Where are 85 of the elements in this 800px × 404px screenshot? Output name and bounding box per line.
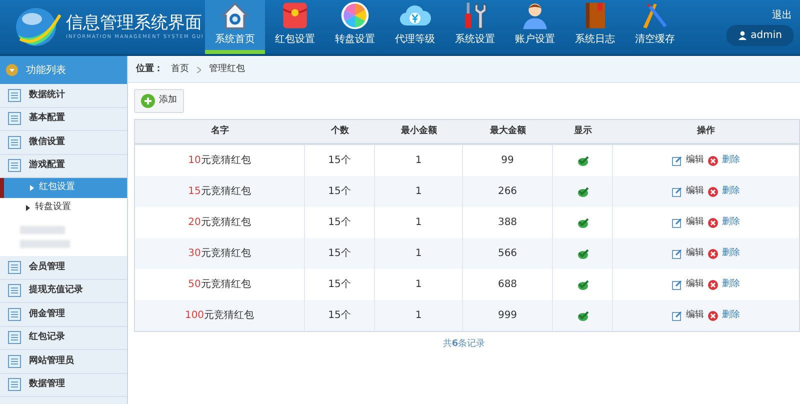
edit-link[interactable]: 编辑	[686, 308, 704, 322]
edit-link[interactable]: 编辑	[686, 184, 704, 198]
delete-link[interactable]: 删除	[722, 216, 740, 230]
sidebar-item[interactable]: 基本配置	[0, 108, 127, 131]
delete-link[interactable]: 删除	[722, 184, 740, 198]
edit-icon	[672, 156, 682, 166]
breadcrumb-link[interactable]: 首页	[171, 62, 189, 76]
column-header: 操作	[696, 124, 716, 138]
nav-tab[interactable]: 红包设置	[265, 0, 325, 54]
nav-tab[interactable]: 代理等级	[385, 0, 445, 54]
list-icon	[8, 159, 21, 172]
caret-icon	[30, 185, 34, 191]
breadcrumb-label: 位置：	[136, 62, 163, 76]
sidebar-item[interactable]: 提现充值记录	[0, 280, 127, 303]
nav-tab[interactable]: 系统首页	[205, 0, 265, 54]
table-cell: 1	[375, 300, 463, 331]
nav-tab[interactable]: 系统日志	[565, 0, 625, 54]
dropdown-icon	[6, 64, 18, 76]
submenu-item[interactable]: 转盘设置	[0, 198, 127, 218]
delete-link[interactable]: 删除	[722, 278, 740, 292]
nav-tab[interactable]: 清空缓存	[625, 0, 685, 54]
delete-icon	[708, 310, 718, 320]
list-icon	[8, 284, 21, 298]
edit-link[interactable]: 编辑	[686, 246, 704, 260]
list-icon	[8, 354, 21, 368]
list-icon	[8, 88, 21, 102]
column-header: 个数	[330, 124, 350, 138]
blurred-block	[20, 226, 65, 234]
prize-name: 10元竞猜红包	[188, 154, 251, 168]
delete-icon	[708, 248, 718, 258]
edit-icon	[672, 280, 682, 290]
plus-icon	[141, 94, 155, 108]
nav-tab[interactable]: 系统设置	[445, 0, 505, 54]
nav-tab[interactable]: 账户设置	[505, 0, 565, 54]
delete-icon	[708, 186, 718, 196]
edit-icon	[672, 310, 682, 320]
sidebar-item[interactable]: 数据管理	[0, 374, 127, 397]
edit-link[interactable]: 编辑	[686, 154, 704, 168]
column-header: 显示	[573, 124, 593, 138]
nav-tab[interactable]: 转盘设置	[325, 0, 385, 54]
sidebar-header: 功能列表	[0, 56, 127, 84]
edit-icon	[672, 186, 682, 196]
list-icon	[8, 308, 21, 321]
column-header: 名字	[210, 124, 230, 138]
user-icon	[738, 31, 747, 40]
delete-link[interactable]: 删除	[722, 308, 740, 322]
prize-name: 15元竞猜红包	[188, 184, 251, 199]
caret-icon	[26, 205, 30, 211]
delete-link[interactable]: 删除	[722, 154, 740, 168]
sidebar-item[interactable]: 微信设置	[0, 131, 127, 154]
prize-name: 100元竞猜红包	[184, 308, 254, 323]
sidebar-item[interactable]: 红包记录	[0, 326, 127, 350]
add-button[interactable]: 添加	[134, 89, 184, 113]
breadcrumb-link[interactable]: 管理红包	[209, 62, 245, 76]
list-icon	[8, 136, 21, 149]
prize-name: 20元竞猜红包	[188, 216, 251, 230]
delete-link[interactable]: 删除	[722, 246, 740, 260]
delete-icon	[708, 218, 718, 228]
user-badge[interactable]: admin	[726, 25, 794, 46]
prize-name: 30元竞猜红包	[188, 246, 251, 261]
edit-link[interactable]: 编辑	[686, 216, 704, 230]
logout-link[interactable]: 退出	[772, 8, 794, 23]
sidebar-item[interactable]: 佣金管理	[0, 303, 127, 326]
table-cell: 999	[463, 300, 553, 331]
sidebar-item[interactable]: 网站管理员	[0, 350, 127, 374]
table-cell: 15个	[305, 300, 375, 331]
edit-icon	[672, 248, 682, 258]
sidebar-item[interactable]: 会员管理	[0, 256, 127, 280]
list-icon	[8, 260, 21, 274]
sidebar-item[interactable]: 数据统计	[0, 84, 127, 108]
list-icon	[8, 378, 21, 392]
delete-icon	[708, 280, 718, 290]
column-header: 最大金额	[489, 124, 527, 138]
delete-icon	[708, 156, 718, 166]
house-icon	[218, 0, 252, 31]
edit-link[interactable]: 编辑	[686, 278, 704, 292]
record-count: 共6条记录	[442, 338, 486, 351]
edit-icon	[672, 218, 682, 228]
list-icon	[8, 112, 21, 126]
app-title: 信息管理系统界面	[66, 12, 203, 34]
list-icon	[8, 331, 21, 344]
blurred-block	[20, 240, 70, 248]
chevron-icon	[197, 66, 201, 72]
column-header: 最小金额	[400, 124, 438, 138]
prize-name: 50元竞猜红包	[188, 278, 251, 292]
